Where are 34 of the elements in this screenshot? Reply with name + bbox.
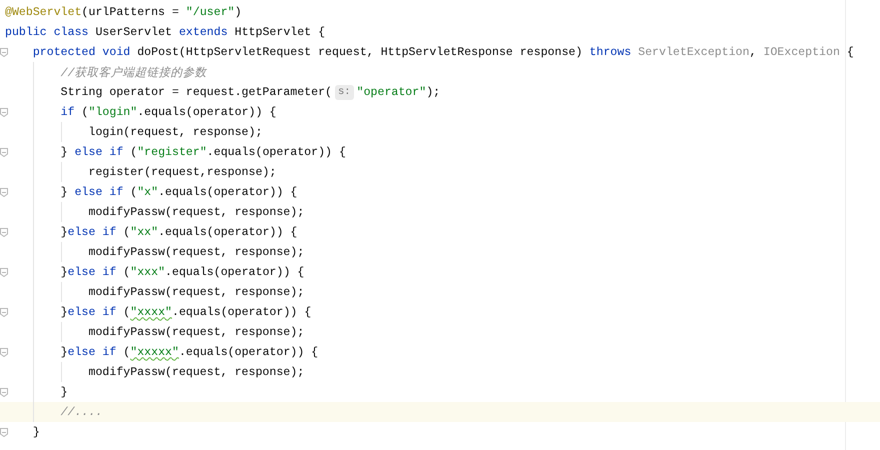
code-line: //获取客户端超链接的参数 — [60, 65, 207, 80]
parameter-hint: s: — [335, 84, 354, 100]
code-line: register(request,response); — [88, 166, 276, 178]
fold-icon[interactable] — [0, 188, 8, 197]
code-line: } — [60, 386, 68, 398]
code-line: //.... — [60, 406, 102, 418]
code-line: } else if ("x".equals(operator)) { — [60, 186, 298, 198]
fold-icon[interactable] — [0, 148, 8, 157]
code-line: }else if ("xxx".equals(operator)) { — [60, 266, 304, 278]
code-line: modifyPassw(request, response); — [88, 366, 304, 378]
fold-icon[interactable] — [0, 428, 8, 437]
code-line: }else if ("xxxx".equals(operator)) { — [60, 306, 312, 318]
fold-icon[interactable] — [0, 228, 8, 237]
code-line: modifyPassw(request, response); — [88, 286, 304, 298]
code-line: public class UserServlet extends HttpServlet { — [5, 26, 326, 38]
code-line: modifyPassw(request, response); — [88, 246, 304, 258]
code-text: String operator = request.getParameter( — [60, 86, 332, 98]
code-line: }else if ("xx".equals(operator)) { — [60, 226, 298, 238]
fold-icon[interactable] — [0, 308, 8, 317]
fold-icon[interactable] — [0, 348, 8, 357]
code-line: } — [32, 426, 40, 438]
code-line: if ("login".equals(operator)) { — [60, 106, 276, 118]
code-line: modifyPassw(request, response); — [88, 206, 304, 218]
fold-icon[interactable] — [0, 268, 8, 277]
code-line: @WebServlet(urlPatterns = "/user") — [5, 6, 242, 18]
code-line: protected void doPost(HttpServletRequest request, HttpServletResponse response) throws ServletException, IOException { — [32, 46, 854, 58]
code-line: modifyPassw(request, response); — [88, 326, 304, 338]
code-text: "operator"); — [356, 86, 440, 98]
code-line: }else if ("xxxxx".equals(operator)) { — [60, 346, 318, 358]
code-line: login(request, response); — [88, 126, 262, 138]
fold-icon[interactable] — [0, 108, 8, 117]
fold-icon[interactable] — [0, 388, 8, 397]
code-line: } else if ("register".equals(operator)) { — [60, 146, 346, 158]
fold-icon[interactable] — [0, 48, 8, 57]
